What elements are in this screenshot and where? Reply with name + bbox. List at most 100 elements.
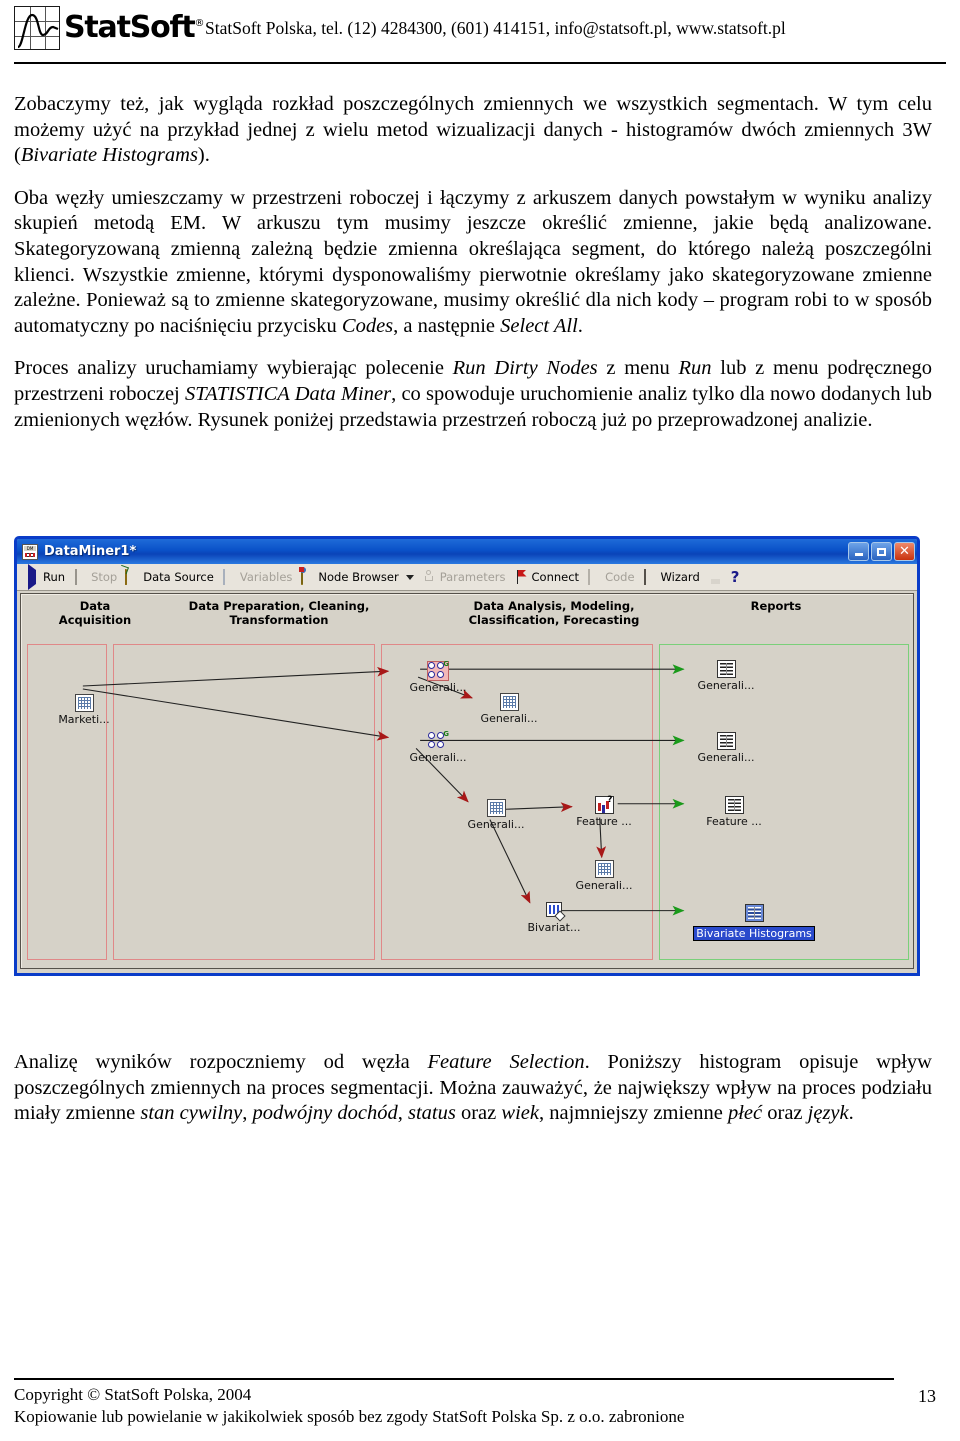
bivariate-icon [545,902,566,922]
footer-divider [14,1378,894,1380]
p4-emphasis-wiek: wiek [501,1102,539,1125]
page-number: 13 [918,1386,936,1406]
p4-text-c: , [242,1102,253,1125]
node-marketing[interactable]: Marketi... [47,694,121,726]
connect-flag-icon [514,569,529,585]
toolbar-code-button[interactable]: Code [585,566,640,588]
p4-text-e: oraz [455,1102,502,1125]
page-header: StatSoft® StatSoft Polska, tel. (12) 428… [0,0,960,64]
p2-emphasis-codes: Codes [341,314,394,337]
footer-copyright: Copyright © StatSoft Polska, 2004 [14,1385,252,1404]
help-icon: ? [730,567,740,586]
toolbar-data-source-label: Data Source [143,570,214,584]
p3-emphasis-run: Run [678,357,712,380]
feature-selection-icon: ? [594,796,614,814]
node-feature-sheet[interactable]: Generali... [567,860,641,892]
p3-text-a: Proces analizy uruchamiamy wybierając po… [14,357,453,380]
parameters-icon [422,570,437,585]
report-icon [744,904,764,922]
toolbar-node-browser-button[interactable]: Node Browser [298,566,419,588]
dataminer-window: DM DataMiner1* ✕ Run Stop Data Source Va… [14,536,920,976]
col3-line1: Reports [750,599,802,613]
toolbar-variables-button[interactable]: Variables [220,566,299,588]
pane-data-preparation[interactable] [113,644,375,960]
p2-emphasis-select-all: Select All [500,314,578,337]
p4-emphasis-feature-selection: Feature Selection [427,1051,585,1073]
dataminer-toolbar: Run Stop Data Source Variables Node Brow… [17,563,917,591]
dataminer-app-icon: DM [22,543,38,560]
node-generalized-sheet-1[interactable]: Generali... [472,693,546,725]
chevron-down-icon[interactable] [405,574,414,580]
column-header-data-preparation: Data Preparation, Cleaning, Transformati… [149,599,409,627]
toolbar-save-button[interactable] [706,566,729,588]
workspace-column-headers: Data Acquisition Data Preparation, Clean… [21,594,913,640]
maximize-button[interactable] [871,542,892,561]
document-content: Zobaczymy też, jak wygląda rozkład poszc… [14,92,932,450]
save-icon [708,570,723,585]
node-generalized-em-1[interactable]: G Generali... [401,660,475,694]
toolbar-help-button[interactable]: ? [729,566,746,588]
page-footer: Copyright © StatSoft Polska, 2004 Kopiow… [14,1378,936,1428]
dataminer-workspace[interactable]: Data Acquisition Data Preparation, Clean… [20,593,914,969]
node-generalized-sheet-2[interactable]: Generali... [459,799,533,831]
paragraph-1: Zobaczymy też, jak wygląda rozkład poszc… [14,92,932,169]
report-icon [716,660,736,678]
cluster-icon: G [428,730,449,750]
toolbar-stop-label: Stop [91,570,118,584]
node-report-bivariate-histograms[interactable]: Bivariate Histograms [689,904,819,942]
report-icon [716,732,736,750]
paragraph-2: Oba węzły umieszczamy w przestrzeni robo… [14,186,932,340]
toolbar-run-label: Run [43,570,66,584]
wizard-icon [643,568,658,585]
p4-text-a: Analizę wyników rozpoczniemy od węzła [14,1051,428,1073]
node-generalized-em-2[interactable]: G Generali... [401,730,475,764]
footer-notice: Kopiowanie lub powielanie w jakikolwiek … [14,1407,685,1426]
column-header-data-analysis: Data Analysis, Modeling, Classification,… [419,599,689,627]
toolbar-parameters-button[interactable]: Parameters [420,566,512,588]
node-feature-selection[interactable]: ? Feature ... [567,796,641,829]
window-title: DataMiner1* [44,544,137,559]
toolbar-wizard-button[interactable]: Wizard [641,566,706,588]
node-bivariate-histograms[interactable]: Bivariat... [517,902,591,934]
toolbar-data-source-button[interactable]: Data Source [123,566,220,588]
window-controls: ✕ [848,542,915,561]
p1-emphasis-bivariate-histograms: Bivariate Histograms [20,144,198,167]
toolbar-stop-button[interactable]: Stop [71,566,123,588]
spreadsheet-icon [594,860,614,878]
minimize-icon [854,553,863,556]
paragraph-3: Proces analizy uruchamiamy wybierając po… [14,356,932,433]
p4-text-d: , [397,1102,408,1125]
col2-line1: Data Analysis, Modeling, [473,599,635,613]
toolbar-connect-button[interactable]: Connect [512,566,586,588]
node-label: Generali... [480,712,538,725]
close-button[interactable]: ✕ [894,542,915,561]
logo-text: StatSoft [64,10,196,45]
node-label: Feature ... [576,815,632,828]
spreadsheet-icon [499,693,519,711]
folder-icon [125,568,140,585]
close-icon: ✕ [899,544,910,559]
run-icon [25,563,40,590]
stop-icon [73,568,88,585]
pane-data-acquisition[interactable] [27,644,107,960]
window-titlebar[interactable]: DM DataMiner1* ✕ [17,539,917,564]
node-report-feature[interactable]: Feature ... [697,796,771,828]
node-label: Marketi... [58,713,110,726]
p4-text-g: oraz [762,1102,808,1125]
p4-emphasis-stan-cywilny: stan cywilny [140,1102,243,1125]
code-icon [587,568,602,585]
registered-mark: ® [194,18,205,29]
node-report-generalized-1[interactable]: Generali... [689,660,763,692]
node-report-generalized-2[interactable]: Generali... [689,732,763,764]
toolbar-parameters-label: Parameters [439,570,506,584]
statsoft-chart-logo-icon [14,6,60,50]
node-label: Generali... [697,679,755,692]
cluster-icon: G [427,660,449,681]
minimize-button[interactable] [848,542,869,561]
toolbar-run-button[interactable]: Run [23,563,71,590]
toolbar-wizard-label: Wizard [660,570,700,584]
col1-line1: Data Preparation, Cleaning, [188,599,370,613]
spreadsheet-icon [486,799,506,817]
node-label: Bivariat... [527,921,581,934]
paragraph-4: Analizę wyników rozpoczniemy od węzła Fe… [14,1050,932,1127]
